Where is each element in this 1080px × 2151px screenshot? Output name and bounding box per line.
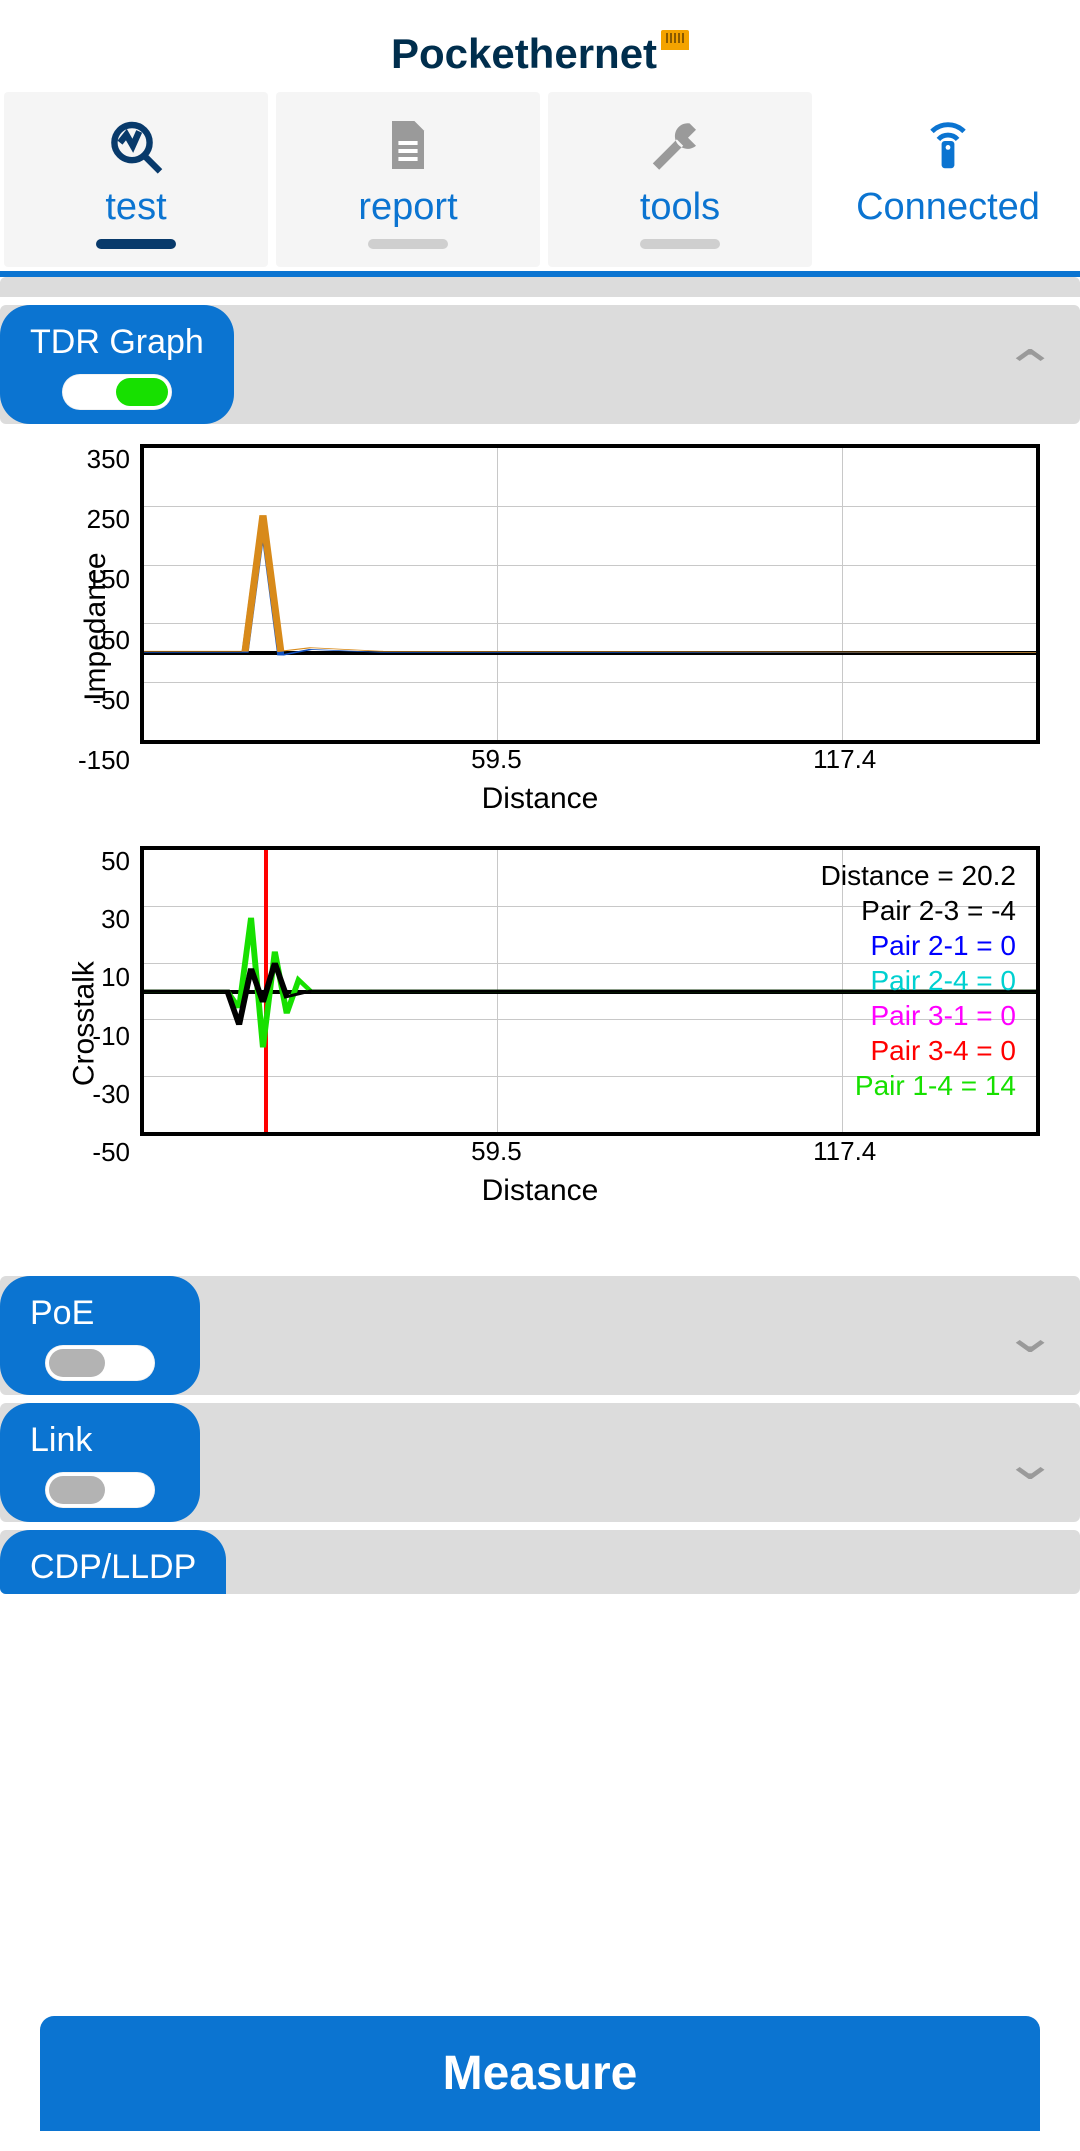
section-pill-cdp: CDP/LLDP (0, 1530, 226, 1594)
status-label: Connected (816, 186, 1080, 229)
tab-label: test (4, 186, 268, 229)
crosstalk-legend: Distance = 20.2 Pair 2-3 = -4 Pair 2-1 =… (821, 858, 1016, 1103)
tab-indicator (640, 239, 720, 249)
app-logo: Pockethernet (391, 30, 689, 78)
section-cdp[interactable]: CDP/LLDP (0, 1530, 1080, 1594)
app-header: Pockethernet (0, 0, 1080, 88)
toggle-poe[interactable] (45, 1345, 155, 1381)
tab-status[interactable]: Connected (816, 92, 1080, 267)
crosstalk-chart: Crosstalk 50 30 10 -10 -30 -50 (40, 846, 1040, 1208)
x-axis-label: Distance (40, 1174, 1040, 1208)
app-logo-text: Pockethernet (391, 30, 657, 78)
tab-tools[interactable]: tools (548, 92, 812, 267)
document-icon (276, 110, 540, 180)
measure-button[interactable]: Measure (40, 2016, 1040, 2131)
section-tdr[interactable]: TDR Graph ⌄ (0, 305, 1080, 424)
section-pill-link: Link (0, 1403, 200, 1522)
x-axis-label: Distance (40, 782, 1040, 816)
section-pill-tdr: TDR Graph (0, 305, 234, 424)
toggle-tdr[interactable] (62, 374, 172, 410)
tab-indicator (368, 239, 448, 249)
x-ticks: 59.5 117.4 (140, 744, 1040, 774)
section-pill-poe: PoE (0, 1276, 200, 1395)
crosstalk-plot[interactable]: Distance = 20.2 Pair 2-3 = -4 Pair 2-1 =… (140, 846, 1040, 1136)
remote-icon (816, 110, 1080, 180)
section-poe[interactable]: PoE ⌄ (0, 1276, 1080, 1395)
chevron-down-icon[interactable]: ⌄ (1002, 1435, 1058, 1491)
impedance-plot[interactable] (140, 444, 1040, 744)
section-title: Link (30, 1421, 170, 1460)
tab-report[interactable]: report (276, 92, 540, 267)
measure-button-label: Measure (443, 2047, 638, 2100)
wrench-icon (548, 110, 812, 180)
main-tabs: test report tools Connected (0, 88, 1080, 277)
analytics-icon (4, 110, 268, 180)
section-title: TDR Graph (30, 323, 204, 362)
y-ticks: 350 250 150 50 -50 -150 (70, 444, 130, 776)
impedance-chart: Impedance 350 250 150 50 -50 -150 (40, 444, 1040, 816)
content-area: TDR Graph ⌄ Impedance 350 250 150 50 -50… (0, 277, 1080, 1594)
toggle-link[interactable] (45, 1472, 155, 1508)
section-title: PoE (30, 1294, 170, 1333)
y-ticks: 50 30 10 -10 -30 -50 (70, 846, 130, 1168)
tab-label: tools (548, 186, 812, 229)
tdr-chart-panel: Impedance 350 250 150 50 -50 -150 (0, 424, 1080, 1268)
chevron-down-icon[interactable]: ⌄ (1002, 1308, 1058, 1364)
divider (0, 277, 1080, 297)
section-link[interactable]: Link ⌄ (0, 1403, 1080, 1522)
ethernet-icon (661, 30, 689, 50)
chevron-up-icon[interactable]: ⌄ (1002, 337, 1058, 393)
tab-label: report (276, 186, 540, 229)
tab-indicator (96, 239, 176, 249)
tab-test[interactable]: test (4, 92, 268, 267)
section-title: CDP/LLDP (30, 1548, 196, 1587)
x-ticks: 59.5 117.4 (140, 1136, 1040, 1166)
